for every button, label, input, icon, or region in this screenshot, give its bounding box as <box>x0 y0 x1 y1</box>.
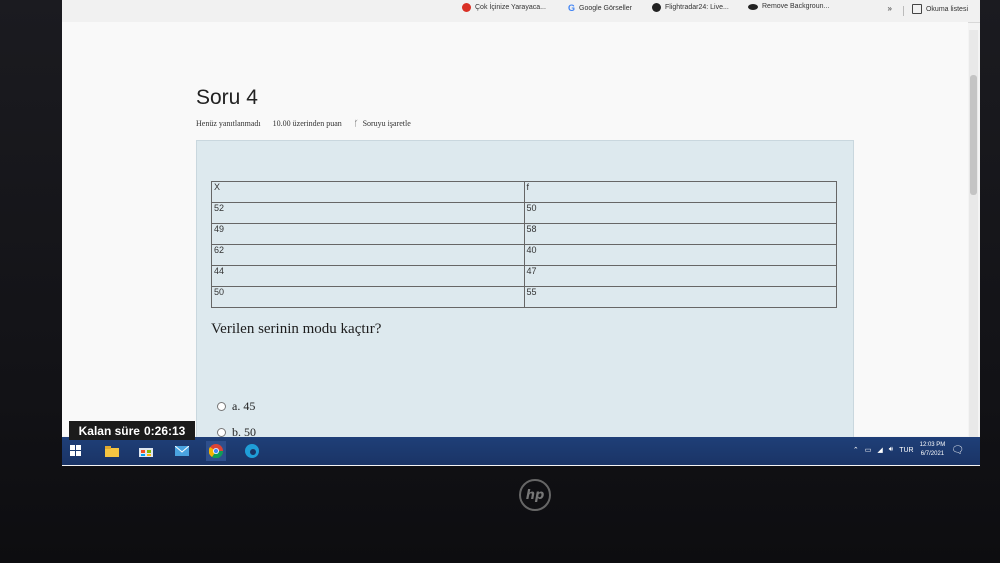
reading-list-button[interactable]: Okuma listesi <box>911 4 968 14</box>
question-text: Verilen serinin modu kaçtır? <box>211 321 382 337</box>
radio-button[interactable] <box>217 402 226 411</box>
table-cell: 40 <box>523 244 837 266</box>
question-points: 10.00 üzerinden puan <box>272 119 342 128</box>
mail-icon <box>175 446 189 456</box>
column-header-x: X <box>211 181 525 203</box>
question-content: X f 52 50 49 58 62 40 44 47 50 55 Verile… <box>196 140 854 442</box>
scrollbar-thumb[interactable] <box>970 75 977 195</box>
table-row: 49 58 <box>211 223 837 245</box>
bookmark-1[interactable]: Çok İçinize Yarayaca... <box>462 3 546 12</box>
bookmark-3[interactable]: Flightradar24: Live... <box>652 3 729 12</box>
table-cell: 52 <box>211 202 525 224</box>
answer-status: Henüz yanıtlanmadı <box>196 119 261 128</box>
table-cell: 58 <box>523 223 837 245</box>
bookmark-4[interactable]: Remove Backgroun... <box>748 3 829 10</box>
system-tray: ⌃ ▭ ◢ 🔊︎ TUR 12:03 PM 6/7/2021 🗨︎ <box>853 441 964 459</box>
table-cell: 49 <box>211 223 525 245</box>
remaining-time-overlay: Kalan süre 0:26:13 <box>69 421 195 440</box>
question-title: Soru 4 <box>196 86 258 109</box>
question-info: Henüz yanıtlanmadı 10.00 üzerinden puan … <box>196 119 411 128</box>
table-cell: 62 <box>211 244 525 266</box>
language-indicator[interactable]: TUR <box>899 447 913 454</box>
timer-value: 0:26:13 <box>143 423 186 438</box>
windows-taskbar: ⌃ ▭ ◢ 🔊︎ TUR 12:03 PM 6/7/2021 🗨︎ <box>62 437 980 465</box>
red-bookmark-icon <box>462 3 471 12</box>
flag-icon: ᚴ <box>353 119 359 128</box>
chrome-button[interactable] <box>206 441 226 461</box>
remove-bg-icon <box>748 3 758 10</box>
notification-icon[interactable]: 🗨︎ <box>951 445 964 456</box>
bookmarks-bar: Çok İçinize Yarayaca... G Google Görsell… <box>62 0 980 23</box>
file-explorer-button[interactable] <box>102 441 122 461</box>
table-row: 52 50 <box>211 202 837 224</box>
table-cell: 47 <box>523 265 837 287</box>
table-cell: 50 <box>523 202 837 224</box>
flag-question-link[interactable]: ᚴ Soruyu işaretle <box>354 119 411 128</box>
table-header-row: X f <box>211 181 837 203</box>
clock-time: 12:03 PM <box>919 442 946 448</box>
store-button[interactable] <box>136 441 156 461</box>
radio-button[interactable] <box>217 428 226 437</box>
frequency-table: X f 52 50 49 58 62 40 44 47 50 55 <box>211 181 837 308</box>
timer-label: Kalan süre <box>78 423 140 438</box>
divider <box>903 6 904 16</box>
edge-icon <box>245 444 259 458</box>
column-header-f: f <box>523 181 837 203</box>
table-cell: 55 <box>523 286 837 308</box>
table-cell: 50 <box>211 286 525 308</box>
mail-button[interactable] <box>172 441 192 461</box>
table-row: 44 47 <box>211 265 837 287</box>
windows-logo-icon <box>70 445 81 456</box>
more-bookmarks-button[interactable]: » <box>888 4 892 13</box>
scrollbar[interactable] <box>969 30 978 440</box>
start-button[interactable] <box>66 441 86 461</box>
store-bag-icon <box>139 448 153 457</box>
screen: Çok İçinize Yarayaca... G Google Görsell… <box>62 0 980 466</box>
table-row: 50 55 <box>211 286 837 308</box>
edge-button[interactable] <box>242 441 262 461</box>
quiz-page: Soru 4 Henüz yanıtlanmadı 10.00 üzerinde… <box>62 22 968 442</box>
network-icon[interactable]: ◢ <box>877 446 882 454</box>
battery-icon[interactable]: ▭ <box>865 446 872 454</box>
bookmark-2[interactable]: G Google Görseller <box>568 3 632 13</box>
chevron-up-icon[interactable]: ⌃ <box>853 446 859 454</box>
flightradar-icon <box>652 3 661 12</box>
chrome-icon <box>209 444 223 458</box>
google-g-icon: G <box>568 3 576 13</box>
table-row: 62 40 <box>211 244 837 266</box>
hp-logo: hp <box>519 479 551 511</box>
clock[interactable]: 12:03 PM 6/7/2021 <box>920 441 946 459</box>
reading-list-icon <box>911 4 922 14</box>
folder-icon <box>105 445 119 457</box>
option-a[interactable]: a. 45 <box>217 399 255 414</box>
clock-date: 6/7/2021 <box>920 451 945 457</box>
volume-icon[interactable]: 🔊︎ <box>889 446 893 454</box>
table-cell: 44 <box>211 265 525 287</box>
